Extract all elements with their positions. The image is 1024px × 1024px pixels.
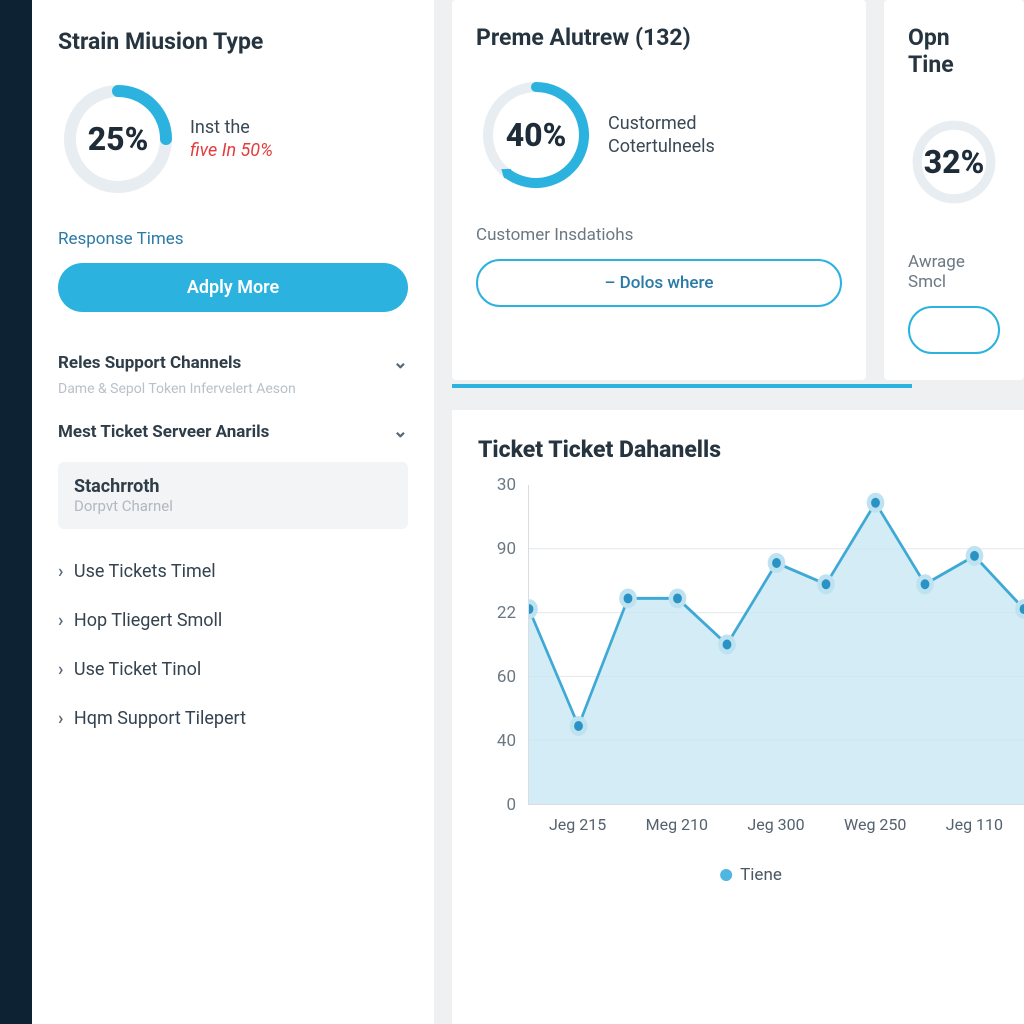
nav-sidebar bbox=[0, 0, 32, 1024]
card1-gauge: 25% bbox=[58, 79, 178, 199]
card3-button[interactable] bbox=[908, 306, 1000, 354]
left-panel: Strain Miusion Type 25% Inst the five In… bbox=[32, 0, 434, 1024]
selected-channel-box[interactable]: Stachrroth Dorpvt Charnel bbox=[58, 462, 408, 529]
list-item[interactable]: Use Tickets Timel bbox=[58, 547, 408, 596]
card1-pct: 25% bbox=[88, 120, 149, 158]
chevron-down-icon: ⌄ bbox=[393, 352, 408, 373]
card1-gauge-row: 25% Inst the five In 50% bbox=[58, 79, 408, 199]
metric-cards-row: Preme Alutrew (132) 40% Custormed Cotert… bbox=[452, 0, 1024, 380]
card2-pct: 40% bbox=[506, 116, 567, 154]
list-item[interactable]: Use Ticket Tinol bbox=[58, 645, 408, 694]
accordion1-sub: Dame & Sepol Token Infervelert Aeson bbox=[58, 381, 408, 397]
chart-legend: Tiene bbox=[720, 865, 782, 885]
chevron-down-icon: ⌄ bbox=[393, 421, 408, 442]
chart-plot bbox=[528, 485, 1024, 805]
card3: Opn Tine 32% Awrage Smcl bbox=[884, 0, 1024, 380]
active-tab-underline bbox=[452, 384, 912, 388]
legend-label: Tiene bbox=[740, 865, 782, 885]
card3-gauge: 32% bbox=[908, 102, 1000, 222]
selected-title: Stachrroth bbox=[74, 476, 392, 497]
accordion1-title: Reles Support Channels bbox=[58, 353, 241, 373]
right-column: Preme Alutrew (132) 40% Custormed Cotert… bbox=[434, 0, 1024, 1024]
card2: Preme Alutrew (132) 40% Custormed Cotert… bbox=[452, 0, 866, 380]
legend-dot-icon bbox=[720, 869, 732, 881]
apply-more-button[interactable]: Adply More bbox=[58, 263, 408, 312]
card3-gauge-row: 32% bbox=[908, 102, 1000, 222]
list-item[interactable]: Hqm Support Tilepert bbox=[58, 694, 408, 743]
card1-label-line2: five In 50% bbox=[190, 140, 273, 161]
card3-title: Opn Tine bbox=[908, 24, 1000, 78]
card3-sub: Awrage Smcl bbox=[908, 252, 1000, 292]
card2-label-line2: Cotertulneels bbox=[608, 136, 715, 157]
x-axis-labels: Jeg 215Meg 210Jeg 300Weg 250Jeg 110 bbox=[528, 815, 1024, 834]
accordion2-title: Mest Ticket Serveer Anarils bbox=[58, 422, 269, 442]
accordion-support-channels[interactable]: Reles Support Channels ⌄ bbox=[58, 344, 408, 381]
card2-gauge: 40% bbox=[476, 75, 596, 195]
card2-sub: Customer Insdatiohs bbox=[476, 225, 842, 245]
list-item[interactable]: Hop Tliegert Smoll bbox=[58, 596, 408, 645]
chart-wrap: 30902260400 Jeg 215Meg 210Jeg 300Weg 250… bbox=[478, 485, 1024, 865]
accordion-ticket-server[interactable]: Mest Ticket Serveer Anarils ⌄ bbox=[58, 413, 408, 450]
card2-label-line1: Custormed bbox=[608, 113, 697, 134]
card2-title: Preme Alutrew (132) bbox=[476, 24, 842, 51]
card3-pct: 32% bbox=[924, 143, 985, 181]
card1-label-line1: Inst the bbox=[190, 117, 250, 138]
chart-section: Ticket Ticket Dahanells 30902260400 Jeg … bbox=[452, 410, 1024, 1024]
chart-title: Ticket Ticket Dahanells bbox=[478, 436, 1024, 463]
card1-sub: Response Times bbox=[58, 229, 408, 249]
selected-sub: Dorpvt Charnel bbox=[74, 497, 392, 515]
y-axis-labels: 30902260400 bbox=[478, 485, 522, 805]
card2-label: Custormed Cotertulneels bbox=[608, 112, 715, 159]
card1-title: Strain Miusion Type bbox=[58, 28, 408, 55]
card1-label: Inst the five In 50% bbox=[190, 116, 273, 163]
dolos-where-button[interactable]: – Dolos where bbox=[476, 259, 842, 307]
card2-gauge-row: 40% Custormed Cotertulneels bbox=[476, 75, 842, 195]
